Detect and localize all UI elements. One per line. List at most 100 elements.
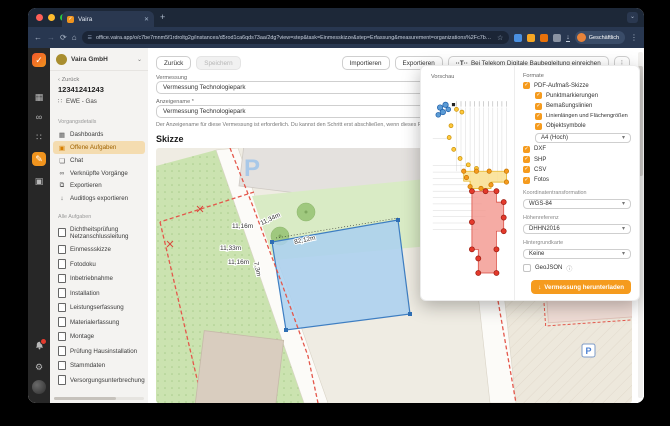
notifications-bell-icon[interactable] [32, 340, 46, 354]
sidebar-task-item[interactable]: Stammdaten [50, 358, 148, 373]
window-minimize-button[interactable] [48, 14, 55, 21]
file-icon [58, 375, 66, 385]
save-button[interactable]: Speichern [196, 56, 240, 70]
format-label: PDF-Aufmaß-Skizze [534, 83, 589, 89]
downloads-icon[interactable]: ↓ [566, 34, 570, 42]
checkbox-checked-icon[interactable] [523, 156, 530, 163]
rail-notebook-icon[interactable]: ▣ [32, 174, 46, 188]
height-ref-value: DHHN2016 [529, 226, 560, 232]
format-option-fotos[interactable]: Fotos [523, 177, 631, 184]
sidebar-item-open-tasks[interactable]: ▣Offene Aufgaben [53, 141, 145, 154]
sidebar-task-item[interactable]: Inbetriebnahme [50, 271, 148, 286]
sidebar-item-label: Offene Aufgaben [70, 144, 116, 151]
profile-name: Geschäftlich [589, 35, 619, 41]
format-option-dxf[interactable]: DXF [523, 146, 631, 153]
back-nav-icon[interactable]: ← [34, 34, 42, 42]
reload-icon[interactable]: ⟳ [60, 34, 67, 42]
sidebar-task-item[interactable]: Montage [50, 329, 148, 344]
download-measurement-button[interactable]: ↓Vermessung herunterladen [531, 280, 631, 294]
height-ref-select[interactable]: DHHN2016▾ [523, 224, 631, 234]
sidebar-task-item[interactable]: Installation [50, 286, 148, 301]
checkbox-checked-icon[interactable] [535, 92, 542, 99]
extension-icon-gray[interactable] [553, 34, 561, 42]
select-chevron-icon: ▾ [622, 134, 625, 141]
format-label: CSV [534, 167, 546, 173]
rail-network-icon[interactable]: ∞ [32, 110, 46, 124]
format-option-csv[interactable]: CSV [523, 166, 631, 173]
basemap-label: Hintergrundkarte [523, 240, 631, 246]
checkbox-checked-icon[interactable] [523, 146, 530, 153]
task-label: Fotodoku [70, 261, 96, 268]
sidebar-item-label: Auditlogs exportieren [70, 195, 128, 202]
rail-dashboard-icon[interactable]: ▦ [32, 90, 46, 104]
tab-search-button[interactable]: ⌄ [627, 12, 638, 23]
coord-transform-select[interactable]: WGS-84▾ [523, 199, 631, 209]
rail-tasks-icon[interactable]: ✎ [32, 152, 46, 166]
basemap-select[interactable]: Keine▾ [523, 249, 631, 259]
sidebar-task-item[interactable]: Prüfung Hausinstallation [50, 344, 148, 359]
rail-apps-icon[interactable]: ∷ [32, 130, 46, 144]
browser-tab[interactable]: ✓ Vaira ✕ [62, 11, 154, 27]
parking-sign-letter: P [586, 346, 592, 356]
sidebar-task-item[interactable]: Versorgungsunterbrechung [50, 373, 148, 388]
sidebar-task-item[interactable]: Dichtheitsprüfung Netzanschlussleitung [50, 223, 148, 242]
new-tab-button[interactable]: + [160, 12, 165, 22]
pdf-option-lengths-areas[interactable]: Linienlängen und Flächengrößen [535, 113, 631, 120]
checkbox-checked-icon[interactable] [523, 82, 530, 89]
browser-profile-chip[interactable]: Geschäftlich [575, 31, 625, 44]
browser-toolbar: ← → ⟳ ⌂ ☰ office.vaira.app/o/c7be7mnm5f1… [28, 27, 644, 48]
sidebar-item-chat[interactable]: ❏Chat [50, 154, 148, 167]
home-icon[interactable]: ⌂ [72, 34, 77, 42]
geojson-option[interactable]: GeoJSONⓘ [523, 264, 631, 273]
checkbox-checked-icon[interactable] [523, 177, 530, 184]
paper-size-select[interactable]: A4 (Hoch)▾ [535, 133, 631, 143]
extension-icon-orange[interactable] [527, 34, 535, 42]
checkbox-checked-icon[interactable] [535, 113, 542, 120]
settings-gear-icon[interactable]: ⚙ [32, 360, 46, 374]
browser-menu-icon[interactable]: ⋮ [630, 33, 638, 42]
user-avatar[interactable] [32, 380, 46, 394]
sidebar-item-linked-cases[interactable]: ∞Verknüpfte Vorgänge [50, 167, 148, 179]
select-chevron-icon: ▾ [622, 200, 625, 207]
back-button[interactable]: Zurück [156, 56, 191, 70]
address-bar[interactable]: ☰ office.vaira.app/o/c7be7mnm5f1rdroltg2… [82, 31, 510, 44]
sidebar-task-item[interactable]: Materialerfassung [50, 315, 148, 330]
extension-icon-red[interactable] [540, 34, 548, 42]
tab-close-icon[interactable]: ✕ [144, 16, 149, 23]
sidebar-task-item[interactable]: Fotodoku [50, 257, 148, 272]
format-option-shp[interactable]: SHP [523, 156, 631, 163]
sidebar-item-dashboards[interactable]: ▦Dashboards [50, 128, 148, 141]
sidebar-item-auditlogs[interactable]: ↓Auditlogs exportieren [50, 192, 148, 204]
vaira-logo[interactable]: ✓ [32, 53, 46, 67]
extension-icon-blue[interactable] [514, 34, 522, 42]
checkbox-unchecked-icon[interactable] [523, 264, 531, 272]
bookmark-star-icon[interactable]: ☆ [497, 34, 503, 42]
pdf-option-object-symbols[interactable]: Objektsymbole [535, 123, 631, 130]
task-label: Stammdaten [70, 362, 105, 369]
sidebar-horizontal-scrollbar[interactable] [54, 397, 144, 400]
sidebar-item-export[interactable]: ⧉Exportieren [50, 179, 148, 192]
task-label: Versorgungsunterbrechung [70, 377, 145, 384]
sidebar-task-item[interactable]: Einmessskizze [50, 242, 148, 257]
sidebar-back-link[interactable]: ‹ Zurück [50, 71, 148, 83]
import-button[interactable]: Importieren [342, 56, 390, 70]
pdf-option-point-marks[interactable]: Punktmarkierungen [535, 92, 631, 99]
checkbox-checked-icon[interactable] [535, 123, 542, 130]
download-button-label: Vermessung herunterladen [544, 284, 624, 291]
sidebar-item-label: Chat [70, 157, 83, 164]
url-text: office.vaira.app/o/c7be7mnm5f1rdroltg2g/… [96, 35, 493, 41]
checkbox-checked-icon[interactable] [535, 103, 542, 110]
format-option-pdf[interactable]: PDF-Aufmaß-Skizze [523, 82, 631, 89]
format-label: SHP [534, 157, 546, 163]
formats-label: Formate [523, 73, 631, 79]
checkbox-checked-icon[interactable] [523, 166, 530, 173]
sketch-heading: Skizze [156, 134, 184, 144]
forward-nav-icon[interactable]: → [47, 34, 55, 42]
back-chevron-icon: ‹ [58, 77, 60, 83]
window-close-button[interactable] [36, 14, 43, 21]
site-settings-icon[interactable]: ☰ [88, 35, 92, 41]
org-switcher[interactable]: Vaira GmbH ⌄ [50, 48, 148, 71]
pdf-option-dimension-lines[interactable]: Bemaßungslinien [535, 103, 631, 110]
sidebar-task-item[interactable]: Leistungserfassung [50, 300, 148, 315]
measure-label: 11,16m [228, 259, 249, 266]
